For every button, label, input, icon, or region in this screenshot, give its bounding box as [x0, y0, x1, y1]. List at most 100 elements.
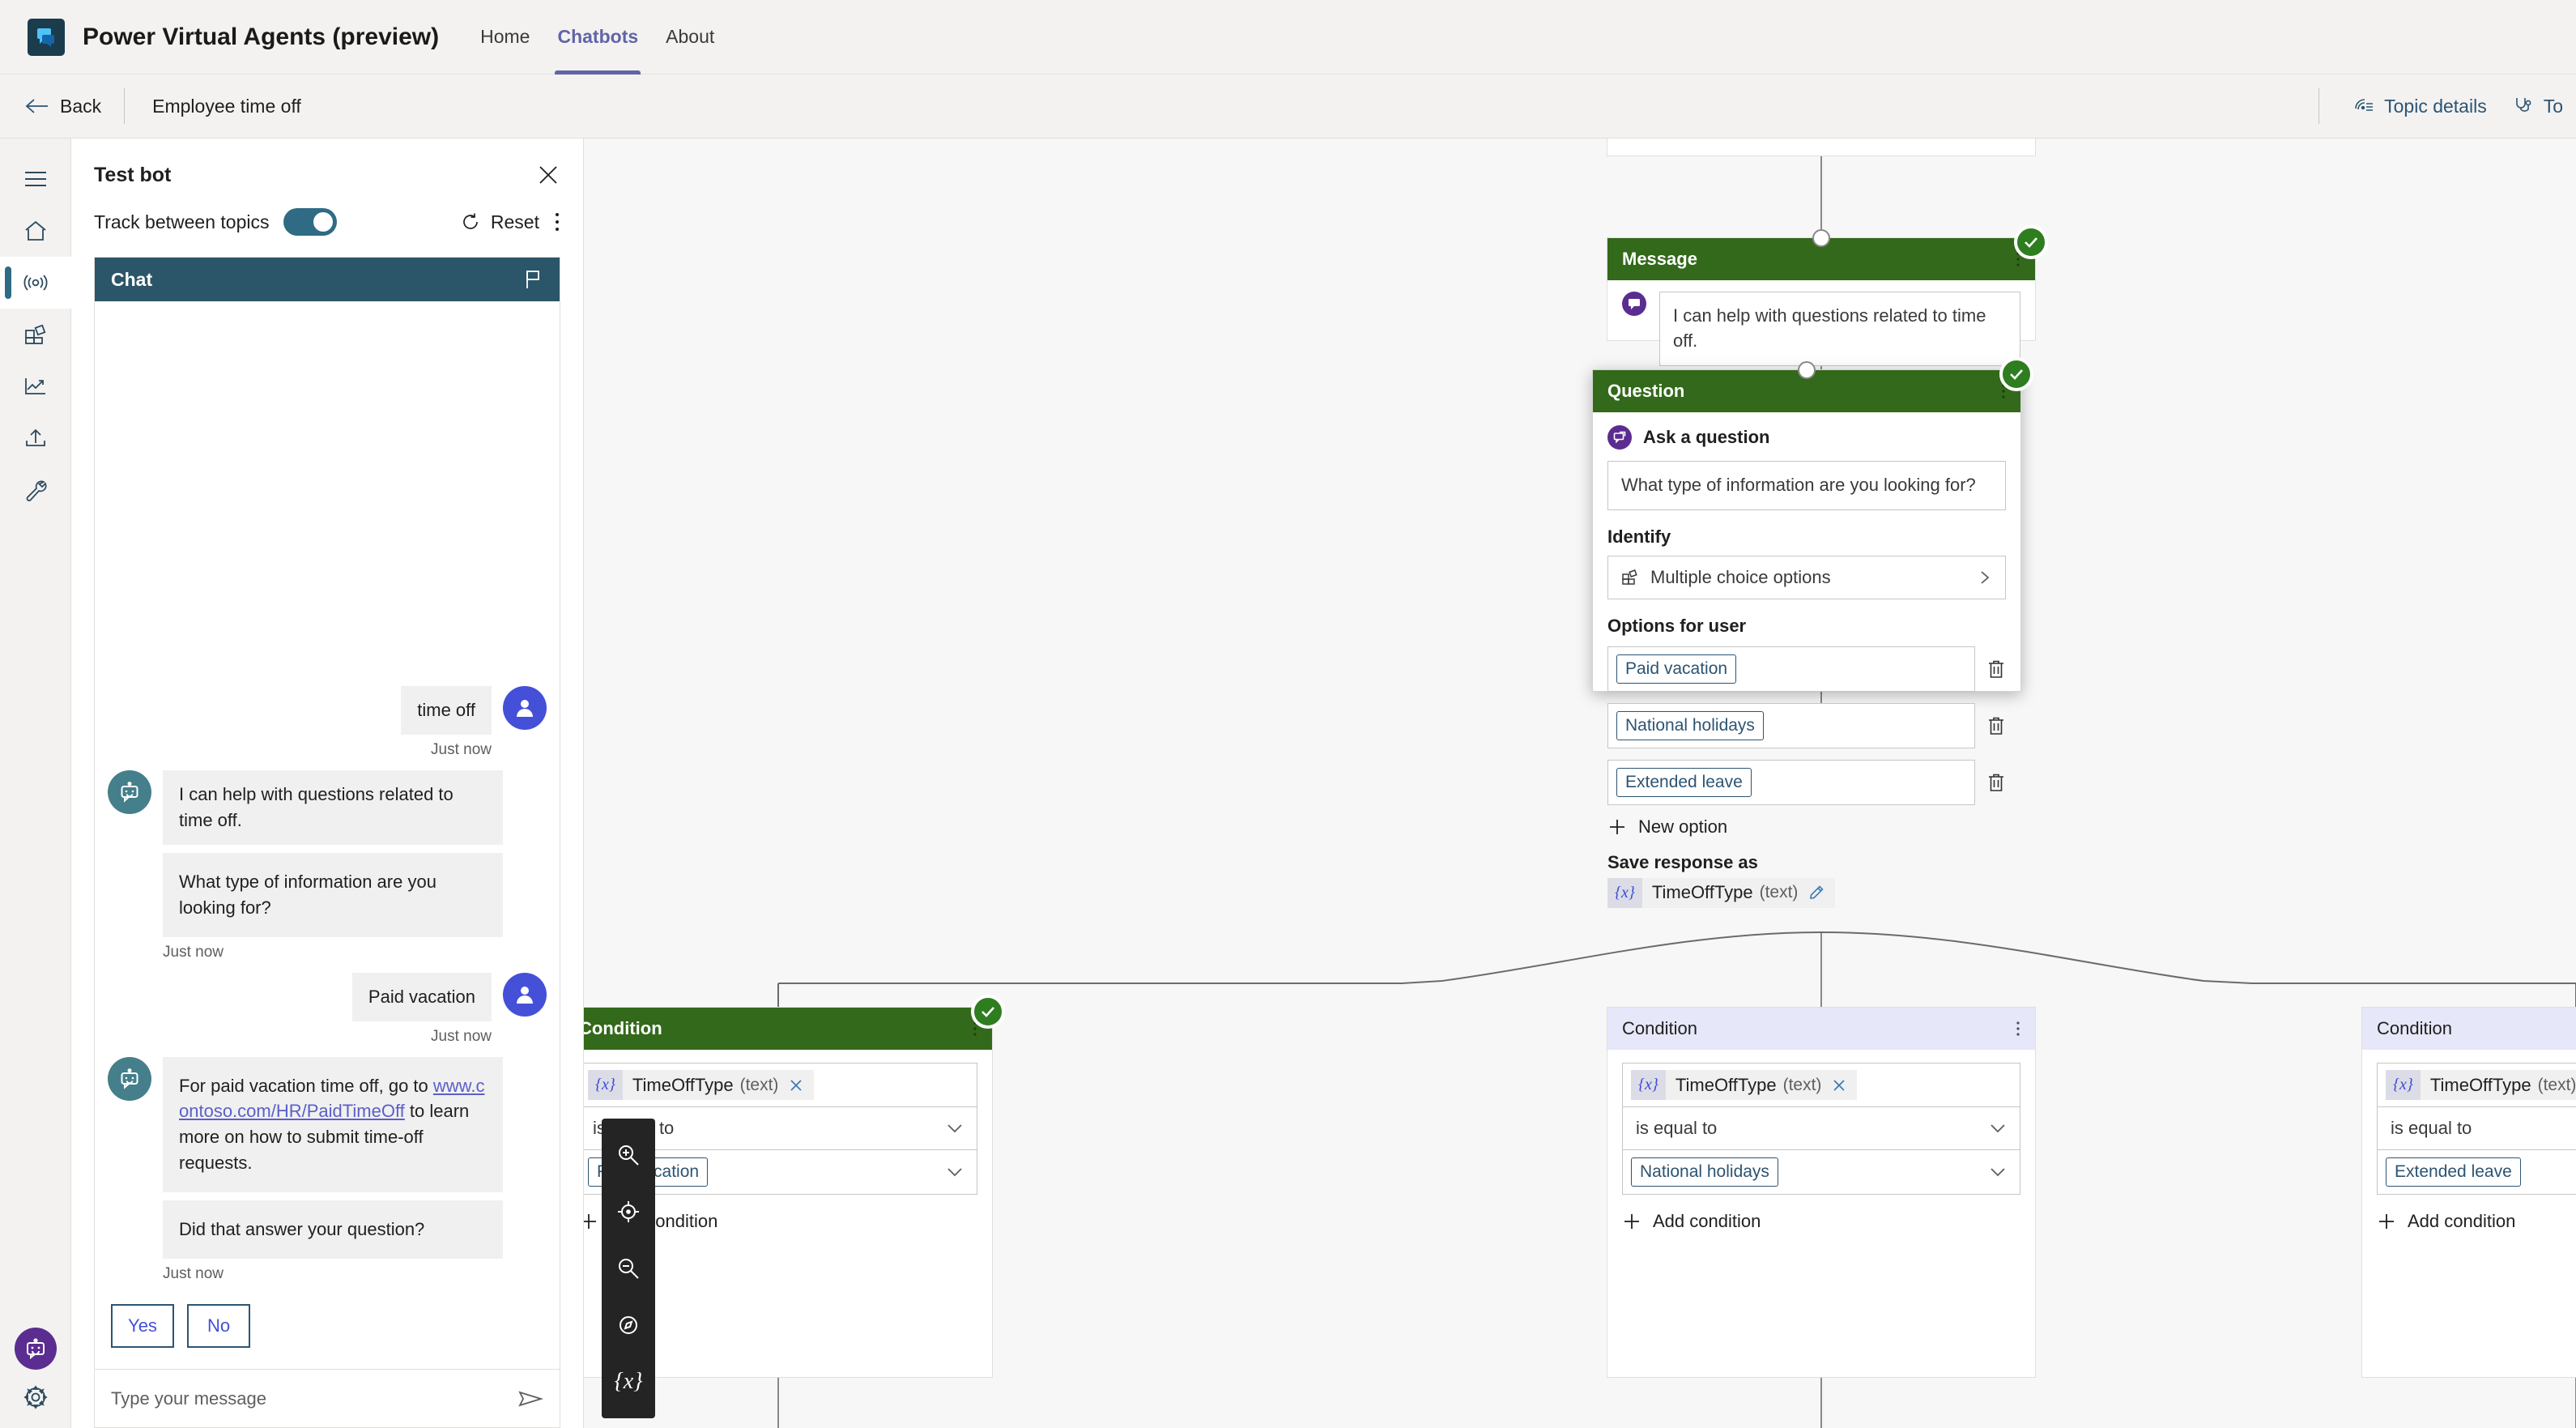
condition-value-select[interactable]: National holidays [1622, 1150, 2020, 1195]
pencil-icon[interactable] [1806, 884, 1835, 902]
option-chip: Paid vacation [1616, 654, 1737, 684]
chat-message-input[interactable]: Type your message [111, 1388, 266, 1409]
node-partial-trigger[interactable]: need extended time off [1607, 139, 2036, 156]
node-input-port[interactable] [1812, 229, 1830, 247]
back-label: Back [60, 95, 102, 117]
identify-select[interactable]: Multiple choice options [1607, 555, 2006, 599]
test-bot-controls: Track between topics Reset [94, 208, 560, 236]
sidebar-item-publish[interactable] [0, 412, 71, 464]
option-chip: National holidays [1616, 710, 1764, 740]
add-condition-label: Add condition [2408, 1211, 2516, 1231]
condition-value-chip: Extended leave [2386, 1157, 2521, 1187]
chevron-down-icon [1989, 1166, 2007, 1178]
avatar-bot [108, 770, 151, 815]
trash-icon[interactable] [1986, 659, 2006, 680]
node-body: I can help with questions related to tim… [1607, 280, 2035, 384]
close-icon[interactable] [536, 163, 560, 187]
save-response-variable[interactable]: {x} TimeOffType (text) [1607, 877, 1836, 908]
topic-details-button[interactable]: Topic details [2340, 96, 2500, 117]
node-header: Condition [1607, 1008, 2035, 1050]
chat-choice-yes[interactable]: Yes [111, 1304, 174, 1348]
add-condition-label: Add condition [1653, 1211, 1761, 1231]
nav-about[interactable]: About [652, 0, 728, 75]
multiple-choice-icon [1621, 569, 1639, 586]
more-vertical-icon[interactable] [554, 211, 560, 233]
chat-card: Chat time off Just now I can help with q… [94, 257, 560, 1428]
save-response-as-label: Save response as [1607, 851, 1758, 872]
node-condition-2[interactable]: Condition {x} TimeOffType (text) is equa… [1607, 1007, 2036, 1378]
question-text-field[interactable]: What type of information are you looking… [1607, 461, 2006, 510]
compass-icon [616, 1313, 641, 1337]
sidebar-item-home[interactable] [0, 205, 71, 257]
chat-input-row: Type your message [95, 1369, 560, 1427]
condition-operator-select[interactable]: is equal to [1622, 1107, 2020, 1150]
nav-chatbots[interactable]: Chatbots [543, 0, 652, 75]
topic-details-icon [2353, 96, 2374, 117]
condition-operator-select[interactable]: is equal to [2377, 1107, 2576, 1150]
home-icon [23, 220, 48, 242]
hamburger-menu-button[interactable] [0, 153, 71, 205]
refresh-icon [460, 211, 481, 232]
option-input[interactable]: Extended leave [1607, 759, 1975, 805]
add-condition-button[interactable]: Add condition [1622, 1211, 2020, 1232]
chevron-right-icon [1978, 569, 1992, 586]
chat-bubble: Did that answer your question? [163, 1200, 503, 1259]
node-message[interactable]: Message I can help with questions relate… [1607, 225, 2048, 366]
node-question[interactable]: Question Ask a question What type of inf… [1592, 357, 2033, 908]
authoring-canvas[interactable]: need extended time off Message I can hel… [584, 139, 2576, 1428]
chat-choice-no[interactable]: No [187, 1304, 250, 1348]
bot-avatar-icon[interactable] [14, 1328, 57, 1370]
node-condition-3[interactable]: Condition {x} TimeOffType (text) is equa… [2361, 1007, 2576, 1378]
node-header: Condition [2362, 1008, 2576, 1050]
fit-to-screen-button[interactable] [602, 1183, 655, 1240]
sidebar-item-topics[interactable] [0, 257, 71, 309]
minimap-button[interactable] [602, 1297, 655, 1353]
close-icon[interactable] [786, 1077, 814, 1093]
condition-variable-field[interactable]: {x} TimeOffType (text) [584, 1063, 977, 1107]
option-input[interactable]: National holidays [1607, 702, 1975, 748]
nav-home[interactable]: Home [466, 0, 543, 75]
track-between-topics-toggle[interactable] [283, 208, 338, 236]
node-title: Condition [1622, 1018, 1697, 1038]
zoom-in-button[interactable] [602, 1127, 655, 1183]
zoom-out-button[interactable] [602, 1240, 655, 1297]
track-between-topics-label: Track between topics [94, 211, 270, 232]
toggle-knob [313, 212, 334, 232]
left-navigation-rail [0, 139, 71, 1428]
sidebar-item-manage[interactable] [0, 464, 71, 516]
condition-value-select[interactable]: Extended leave [2377, 1150, 2576, 1195]
avatar-user [503, 972, 547, 1017]
option-row: National holidays [1607, 702, 2006, 748]
gear-icon[interactable] [23, 1384, 49, 1410]
condition-variable-field[interactable]: {x} TimeOffType (text) [1622, 1063, 2020, 1107]
target-icon [616, 1200, 641, 1224]
reset-button[interactable]: Reset [460, 211, 539, 233]
trash-icon[interactable] [1986, 772, 2006, 793]
flag-icon[interactable] [524, 269, 543, 290]
topic-checker-label: To [2543, 95, 2563, 117]
add-condition-button[interactable]: Add condition [2377, 1211, 2576, 1232]
trash-icon[interactable] [1986, 715, 2006, 736]
node-title: Condition [584, 1018, 662, 1038]
more-vertical-icon[interactable] [2016, 1020, 2020, 1038]
node-body: Ask a question What type of information … [1593, 412, 2020, 926]
close-icon[interactable] [1829, 1077, 1857, 1093]
option-input[interactable]: Paid vacation [1607, 646, 1975, 692]
back-button[interactable]: Back [0, 96, 124, 117]
publish-upload-icon [23, 428, 48, 449]
variables-icon: {x} [614, 1369, 643, 1394]
variables-button[interactable]: {x} [602, 1353, 655, 1410]
condition-variable-field[interactable]: {x} TimeOffType (text) [2377, 1063, 2576, 1107]
node-valid-badge [971, 995, 1005, 1029]
sidebar-item-analytics[interactable] [0, 360, 71, 412]
send-icon[interactable] [517, 1388, 543, 1409]
condition-variable-chip: {x} TimeOffType (text) [1631, 1070, 1858, 1100]
new-option-button[interactable]: New option [1607, 816, 2006, 838]
message-text-field[interactable]: I can help with questions related to tim… [1659, 292, 2020, 366]
plus-icon [1622, 1212, 1641, 1231]
command-bar-actions: Topic details To [2318, 75, 2576, 139]
node-title: Message [1622, 249, 1697, 269]
node-input-port[interactable] [1798, 361, 1816, 379]
sidebar-item-components[interactable] [0, 309, 71, 360]
topic-checker-button[interactable]: To [2500, 96, 2576, 117]
